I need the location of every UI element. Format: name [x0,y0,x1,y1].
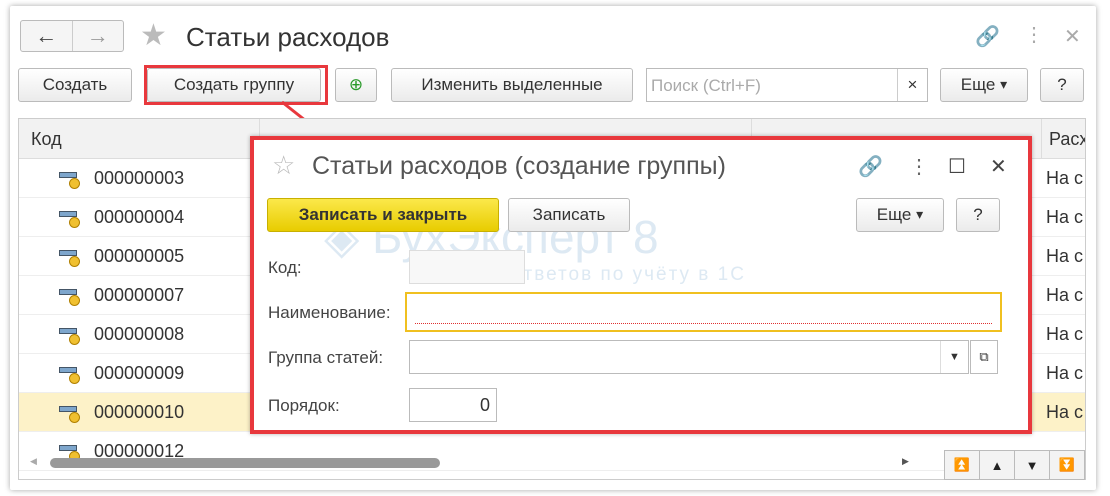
maximize-icon[interactable]: ☐ [948,154,966,179]
search-placeholder: Поиск (Ctrl+F) [651,76,761,95]
favorite-star-icon[interactable]: ★ [140,18,167,53]
more-label: Еще [960,75,996,94]
chevron-down-icon: ▾ [916,207,924,223]
expense-cell: На с [1046,285,1084,305]
more-label: Еще [876,205,912,224]
clear-search-button[interactable]: × [897,69,927,101]
expense-cell: На с [1046,168,1084,188]
create-button[interactable]: Создать [18,68,132,102]
order-label: Порядок: [268,396,340,415]
code-field[interactable] [409,250,525,284]
code-label: Код: [268,258,302,277]
highlight-box [144,65,328,105]
order-field[interactable]: 0 [409,388,497,422]
scroll-to-top-button[interactable]: ⏫ [944,450,980,480]
more-menu-icon[interactable]: ⋮ [909,154,929,179]
link-icon[interactable]: 🔗 [858,154,883,179]
column-header-code[interactable]: Код [31,129,62,150]
forward-button[interactable]: → [71,21,124,51]
code-cell: 000000009 [94,363,185,383]
scroll-down-button[interactable]: ▼ [1014,450,1050,480]
open-group-button[interactable]: ⧉ [970,340,998,374]
close-icon[interactable]: ✕ [1064,24,1081,49]
dialog-more-button[interactable]: Еще ▾ [856,198,944,232]
group-field[interactable]: ▼ [409,340,969,374]
nav-buttons: ← → [20,20,124,52]
code-cell: 000000010 [94,402,185,422]
code-cell: 000000005 [94,246,185,266]
create-group-dialog: ◈ БухЭксперт 8 База ответов по учёту в 1С… [250,136,1032,434]
more-menu-icon[interactable]: ⋮ [1024,22,1044,47]
group-item-icon [59,172,80,189]
expense-cell: На с [1046,402,1084,422]
expense-cell: На с [1046,207,1084,227]
add-document-icon: ⊕ [348,75,364,94]
save-button[interactable]: Записать [508,198,630,232]
more-button[interactable]: Еще ▾ [940,68,1028,102]
save-and-close-button[interactable]: Записать и закрыть [267,198,499,232]
group-item-icon [59,328,80,345]
back-button[interactable]: ← [21,21,72,51]
code-cell: 000000004 [94,207,185,227]
group-label: Группа статей: [268,348,384,367]
code-cell: 000000008 [94,324,185,344]
group-item-icon [59,250,80,267]
group-item-icon [59,445,80,462]
page-title: Статьи расходов [186,22,390,52]
dialog-title: Статьи расходов (создание группы) [312,152,726,180]
group-item-icon [59,367,80,384]
code-cell: 000000007 [94,285,185,305]
expense-cell: На с [1046,363,1084,383]
close-icon[interactable]: ✕ [990,154,1007,179]
name-label: Наименование: [268,303,391,322]
chevron-down-icon: ▾ [1000,77,1008,93]
edit-selected-button[interactable]: Изменить выделенные [391,68,633,102]
group-item-icon [59,289,80,306]
dropdown-icon[interactable]: ▼ [940,341,968,373]
scroll-to-bottom-button[interactable]: ⏬ [1049,450,1085,480]
help-button[interactable]: ? [1040,68,1084,102]
search-input[interactable]: Поиск (Ctrl+F) × [646,68,928,102]
add-document-button[interactable]: ⊕ [335,68,377,102]
scroll-thumb[interactable] [50,458,440,468]
link-icon[interactable]: 🔗 [975,24,1000,49]
code-cell: 000000003 [94,168,185,188]
expense-cell: На с [1046,246,1084,266]
horizontal-scrollbar[interactable]: ◀ ▶ [30,456,909,470]
group-item-icon [59,406,80,423]
name-field[interactable] [405,292,1002,332]
column-header-expense[interactable]: Расх [1049,129,1085,150]
group-item-icon [59,211,80,228]
scroll-up-button[interactable]: ▲ [979,450,1015,480]
favorite-star-icon[interactable]: ☆ [272,150,295,181]
open-icon: ⧉ [979,349,989,364]
dialog-help-button[interactable]: ? [956,198,1000,232]
expense-cell: На с [1046,324,1084,344]
